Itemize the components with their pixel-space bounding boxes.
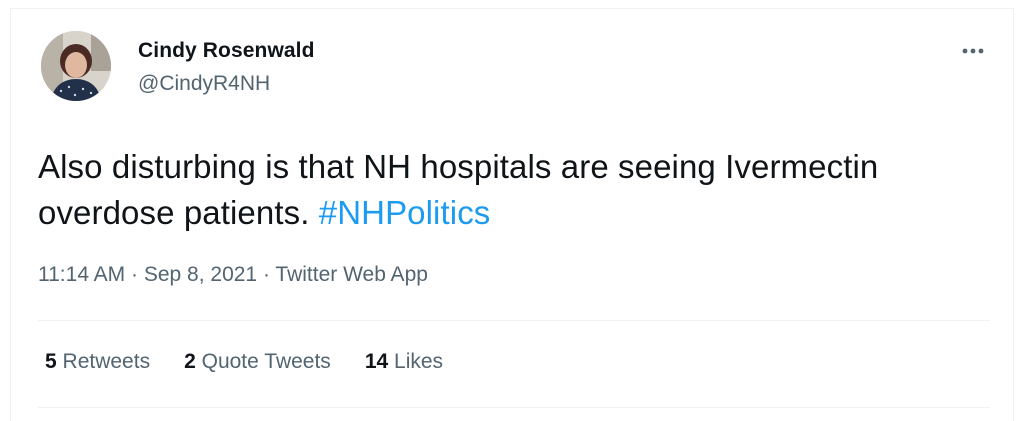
user-handle[interactable]: @CindyR4NH (138, 72, 270, 96)
retweets-label: Retweets (62, 350, 151, 373)
divider (38, 320, 990, 321)
hashtag-link[interactable]: #NHPolitics (319, 194, 491, 231)
more-options-button[interactable] (955, 39, 991, 63)
retweets-count: 5 (45, 350, 57, 373)
retweets-stat[interactable]: 5 Retweets (45, 350, 150, 374)
engagement-stats: 5 Retweets 2 Quote Tweets 14 Likes (45, 350, 477, 374)
meta-separator: · (257, 263, 276, 286)
avatar[interactable] (41, 31, 111, 101)
likes-label: Likes (394, 350, 444, 373)
more-horizontal-icon (962, 48, 984, 54)
quote-tweets-stat[interactable]: 2 Quote Tweets (184, 350, 331, 374)
avatar-image (41, 31, 111, 101)
tweet-metadata: 11:14 AM · Sep 8, 2021 · Twitter Web App (38, 263, 428, 287)
meta-separator: · (125, 263, 144, 286)
tweet-source[interactable]: Twitter Web App (275, 263, 428, 286)
quote-tweets-count: 2 (184, 350, 196, 373)
quote-tweets-label: Quote Tweets (201, 350, 331, 373)
display-name[interactable]: Cindy Rosenwald (138, 39, 315, 63)
tweet-text: Also disturbing is that NH hospitals are… (38, 144, 998, 236)
tweet-date[interactable]: Sep 8, 2021 (144, 263, 257, 286)
likes-count: 14 (364, 350, 389, 373)
tweet-time[interactable]: 11:14 AM (38, 263, 125, 286)
tweet-card: Cindy Rosenwald @CindyR4NH Also disturbi… (10, 8, 1014, 421)
likes-stat[interactable]: 14 Likes (365, 350, 443, 374)
divider (38, 407, 990, 408)
